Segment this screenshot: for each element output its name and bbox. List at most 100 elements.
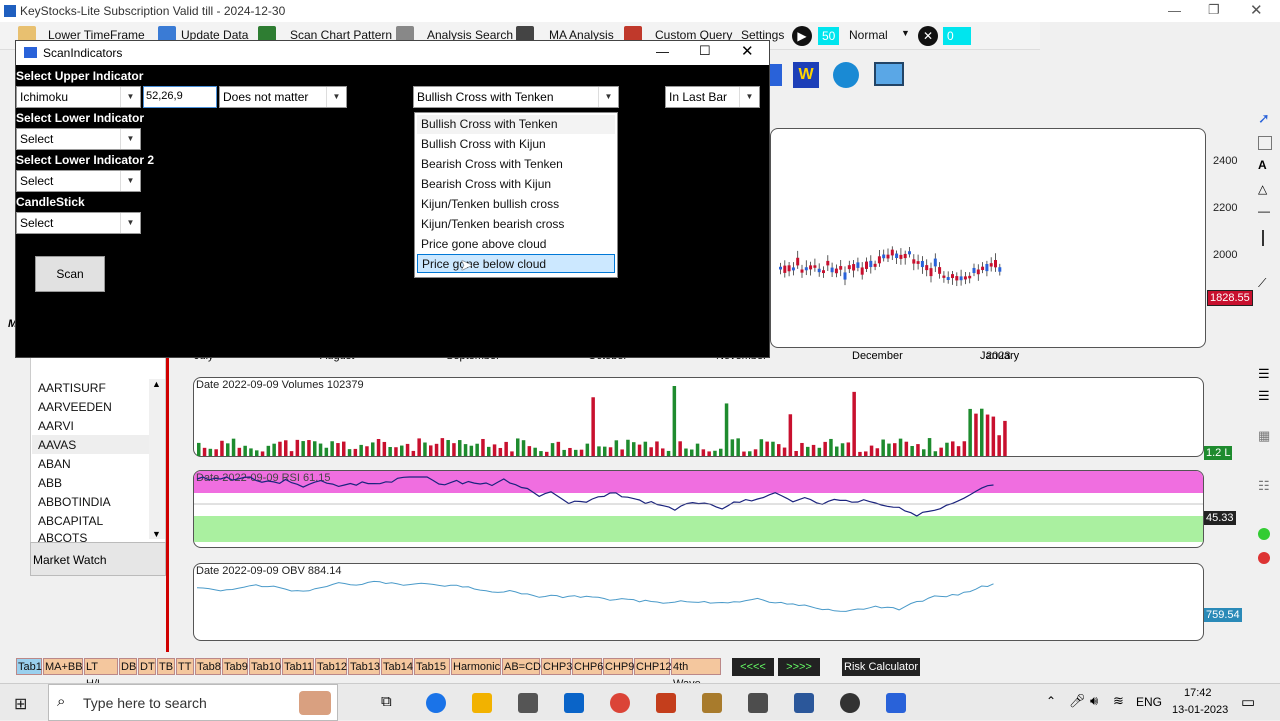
candlestick-select[interactable]: Select ▼ <box>16 212 141 234</box>
clock-time[interactable]: 17:42 <box>1184 687 1212 699</box>
app-icon-3[interactable] <box>840 693 860 713</box>
dropdown-item[interactable]: Bearish Cross with Tenken <box>417 155 615 174</box>
zoom-in-icon[interactable] <box>1258 528 1270 540</box>
chevron-down-icon[interactable]: ▼ <box>120 129 140 149</box>
globe-icon[interactable] <box>833 62 859 88</box>
watchlist-item[interactable]: ABAN <box>38 457 71 471</box>
stop-icon[interactable]: ✕ <box>918 26 938 46</box>
mode-select[interactable]: Normal <box>849 28 888 42</box>
dialog-maximize-icon[interactable]: ☐ <box>699 43 711 59</box>
tab-item[interactable]: Tab12 <box>315 658 347 675</box>
hline-icon[interactable]: — <box>1258 204 1270 218</box>
lower-indicator-select[interactable]: Select ▼ <box>16 128 141 150</box>
play-icon[interactable]: ▶ <box>792 26 812 46</box>
upper-indicator-select[interactable]: Ichimoku ▼ <box>16 86 141 108</box>
pointer-icon[interactable]: ➚ <box>1258 110 1270 127</box>
scroll-up-icon[interactable]: ▲ <box>152 379 161 389</box>
watchlist-item[interactable]: ABBOTINDIA <box>38 495 111 509</box>
store-icon[interactable] <box>518 693 538 713</box>
calculator-icon[interactable] <box>748 693 768 713</box>
edge-icon[interactable] <box>426 693 446 713</box>
zoom-out-icon[interactable] <box>1258 552 1270 564</box>
tab-item[interactable]: Tab10 <box>249 658 281 675</box>
watchlist-item[interactable]: ABB <box>38 476 62 490</box>
tab-item[interactable]: CHP12 <box>634 658 671 675</box>
chevron-down-icon[interactable]: ▼ <box>326 87 346 107</box>
scan-button[interactable]: Scan <box>35 256 105 292</box>
mic-icon[interactable]: 🎤︎ <box>1069 693 1086 709</box>
watchlist-item[interactable]: ABCAPITAL <box>38 514 103 528</box>
tab-item[interactable]: Harmonic <box>451 658 501 675</box>
dialog-minimize-icon[interactable]: — <box>656 44 669 59</box>
wifi-icon[interactable]: ≋ <box>1113 693 1124 709</box>
clock-date[interactable]: 13-01-2023 <box>1172 704 1228 716</box>
windows-start-icon[interactable]: ⊞ <box>14 694 27 714</box>
restore-icon[interactable]: ❐ <box>1208 2 1220 18</box>
panel-splitter[interactable] <box>166 348 169 652</box>
bar-select[interactable]: In Last Bar ▼ <box>665 86 760 108</box>
tab-item[interactable]: CHP6 <box>572 658 603 675</box>
tab-item[interactable]: Tab14 <box>381 658 413 675</box>
language-indicator[interactable]: ENG <box>1136 695 1162 709</box>
params-input[interactable]: 52,26,9 <box>143 86 217 108</box>
lower-indicator2-select[interactable]: Select ▼ <box>16 170 141 192</box>
dropdown-item-hovered[interactable]: Price gone below cloud <box>417 254 615 273</box>
chrome-icon[interactable] <box>610 693 630 713</box>
monitor-icon[interactable] <box>874 62 904 86</box>
volume-icon[interactable]: 🔊︎ <box>1090 693 1098 709</box>
file-explorer-icon[interactable] <box>472 693 492 713</box>
grid-icon[interactable]: ▦ <box>1258 428 1270 444</box>
task-view-icon[interactable]: ⧉ <box>381 693 392 710</box>
tab-item[interactable]: LT H/L <box>84 658 118 690</box>
tab-item[interactable]: Tab11 <box>282 658 314 675</box>
market-watch-button[interactable]: Market Watch <box>30 542 166 576</box>
tab-item[interactable]: MA+BB <box>43 658 83 675</box>
next-button[interactable]: >>>> <box>778 658 820 676</box>
watchlist-item[interactable]: AARVEEDEN <box>38 400 112 414</box>
tab-item[interactable]: CHP3 <box>541 658 572 675</box>
volume-panel[interactable]: Date 2022-09-09 Volumes 102379 <box>193 377 1204 457</box>
chart-icon[interactable] <box>770 64 782 86</box>
signal-select[interactable]: Bullish Cross with Tenken ▼ <box>413 86 619 108</box>
risk-calculator-button[interactable]: Risk Calculator <box>842 658 920 676</box>
condition-select[interactable]: Does not matter ▼ <box>219 86 347 108</box>
app-icon-2[interactable] <box>702 693 722 713</box>
tab-item[interactable]: TB <box>157 658 175 675</box>
word-icon[interactable] <box>794 693 814 713</box>
text-icon[interactable]: A <box>1258 158 1267 172</box>
mode-chevron-icon[interactable]: ▼ <box>901 28 910 38</box>
tab-item[interactable]: Tab8 <box>195 658 221 675</box>
dropdown-item[interactable]: Kijun/Tenken bullish cross <box>417 195 615 214</box>
fib-icon[interactable]: ☰ <box>1258 366 1270 382</box>
keystocks-taskbar-icon[interactable] <box>886 693 906 713</box>
dropdown-item[interactable]: Kijun/Tenken bearish cross <box>417 215 615 234</box>
tray-chevron-icon[interactable]: ⌃ <box>1046 694 1056 708</box>
rsi-panel[interactable]: Date 2022-09-09 RSI 61.15 <box>193 470 1204 548</box>
fib-ext-icon[interactable]: ☰ <box>1258 388 1270 404</box>
trendline-icon[interactable]: ⟋ <box>1258 276 1266 291</box>
chevron-down-icon[interactable]: ▼ <box>598 87 618 107</box>
chevron-down-icon[interactable]: ▼ <box>120 87 140 107</box>
tab-item[interactable]: Tab1 <box>16 658 42 675</box>
chevron-down-icon[interactable]: ▼ <box>739 87 759 107</box>
minimize-icon[interactable]: — <box>1168 3 1181 18</box>
tab-item[interactable]: DB <box>119 658 137 675</box>
tab-item[interactable]: Tab15 <box>414 658 450 675</box>
wave-icon[interactable]: W <box>793 62 819 88</box>
price-chart[interactable] <box>770 128 1206 348</box>
tab-item[interactable]: CHP9 <box>603 658 634 675</box>
taskbar-search[interactable]: ⌕ Type here to search <box>48 684 338 721</box>
notifications-icon[interactable]: ▭ <box>1241 693 1255 711</box>
dropdown-item[interactable]: Bullish Cross with Tenken <box>417 115 615 134</box>
scroll-down-icon[interactable]: ▼ <box>152 529 161 539</box>
vline-icon[interactable] <box>1262 230 1264 246</box>
tab-item[interactable]: TT <box>176 658 194 675</box>
list-icon[interactable]: ☷ <box>1258 478 1270 494</box>
counter-value[interactable]: 0 <box>943 27 971 45</box>
speed-value[interactable]: 50 <box>818 27 840 45</box>
chevron-down-icon[interactable]: ▼ <box>120 213 140 233</box>
prev-button[interactable]: <<<< <box>732 658 774 676</box>
dropdown-item[interactable]: Bearish Cross with Kijun <box>417 175 615 194</box>
chevron-down-icon[interactable]: ▼ <box>120 171 140 191</box>
triangle-icon[interactable]: △ <box>1258 182 1267 196</box>
